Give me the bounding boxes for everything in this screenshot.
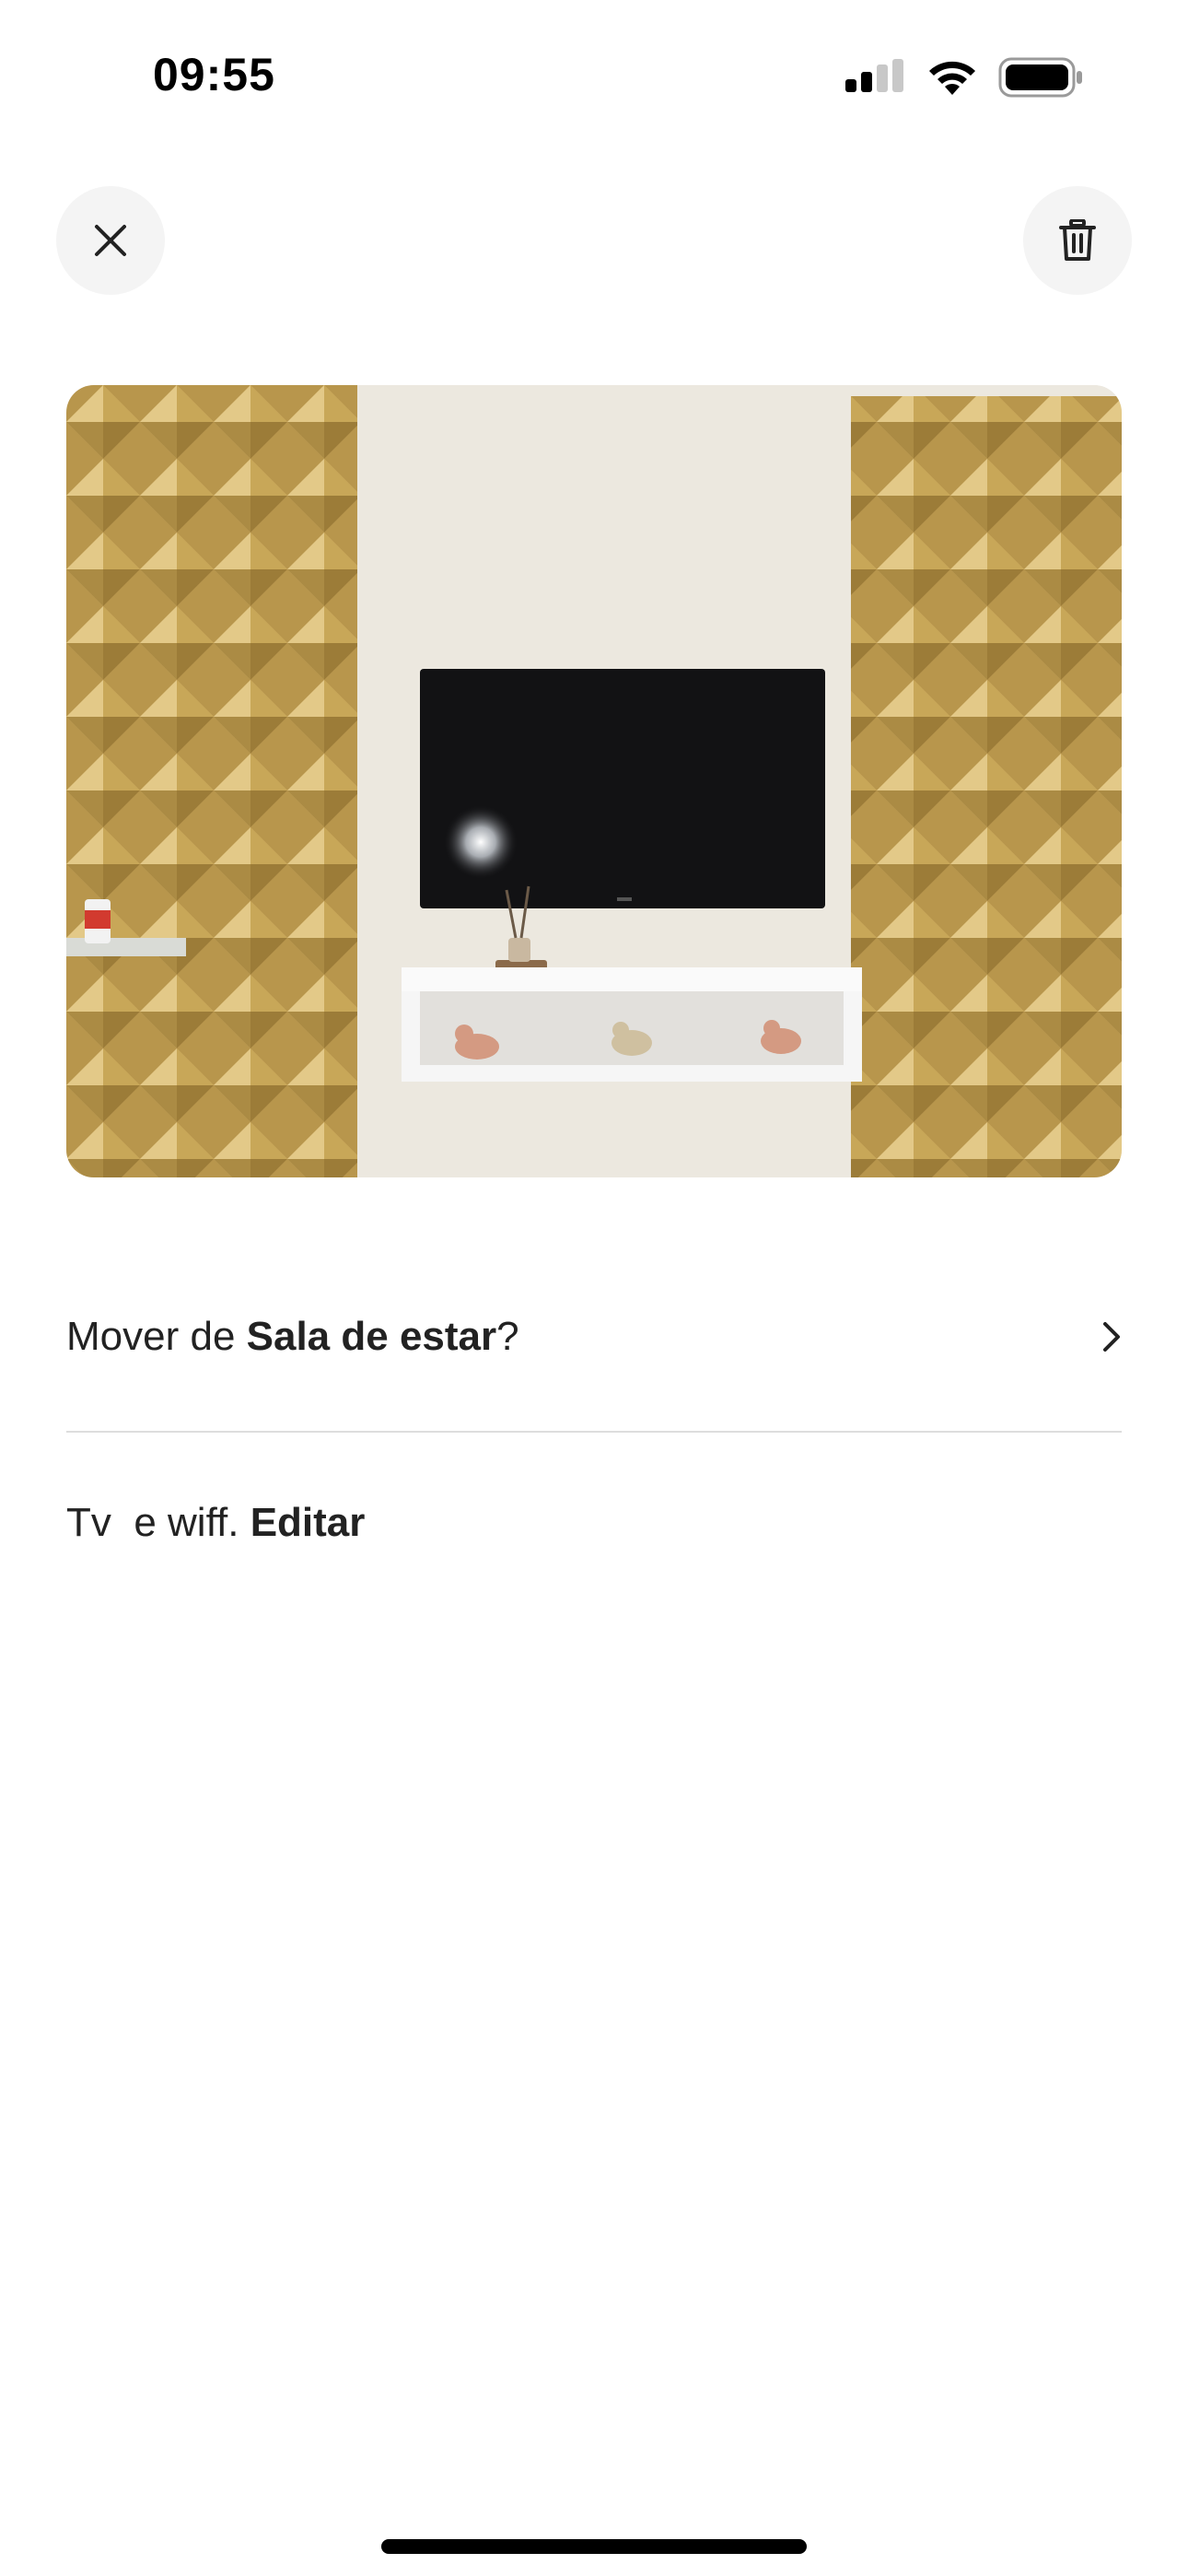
- chevron-right-icon: [1103, 1322, 1120, 1352]
- close-icon: [95, 225, 126, 256]
- home-indicator[interactable]: [381, 2539, 807, 2554]
- delete-button[interactable]: [1023, 186, 1132, 295]
- status-bar: 09:55: [0, 0, 1188, 157]
- edit-caption-link[interactable]: Editar: [250, 1500, 366, 1545]
- room-photo-image: [66, 385, 1122, 1177]
- divider: [66, 1431, 1122, 1433]
- cellular-signal-icon: [845, 59, 903, 92]
- caption-text: Tv e wiff.: [66, 1500, 250, 1545]
- photo-caption: Tv e wiff. Editar: [66, 1500, 365, 1546]
- move-room-name: Sala de estar: [246, 1314, 497, 1359]
- wifi-icon: [929, 61, 975, 95]
- trash-icon: [1059, 219, 1096, 261]
- room-photo[interactable]: [66, 385, 1122, 1177]
- move-suffix: ?: [496, 1314, 519, 1359]
- move-prefix: Mover de: [66, 1314, 247, 1359]
- move-room-row[interactable]: Mover de Sala de estar?: [66, 1270, 1122, 1404]
- move-room-text: Mover de Sala de estar?: [66, 1314, 519, 1360]
- close-button[interactable]: [56, 186, 165, 295]
- status-time: 09:55: [153, 49, 275, 100]
- battery-icon: [998, 57, 1082, 98]
- status-icons: [845, 57, 1085, 98]
